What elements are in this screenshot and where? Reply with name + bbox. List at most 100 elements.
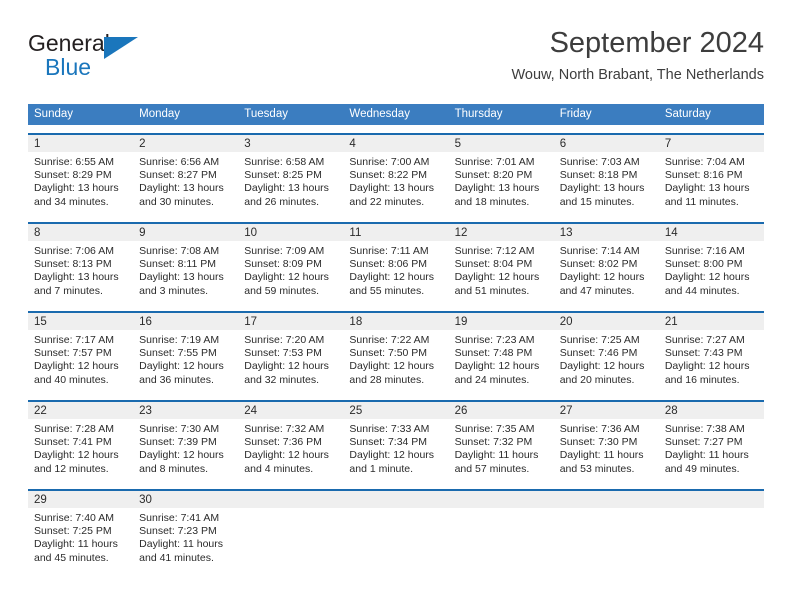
daylight-text-line2: and 30 minutes. [139,195,214,208]
day-number: 21 [658,313,764,330]
day-details: Sunrise: 7:33 AM Sunset: 7:34 PM Dayligh… [343,419,448,481]
sunset-text: Sunset: 7:25 PM [34,525,112,538]
day-details: Sunrise: 7:40 AM Sunset: 7:25 PM Dayligh… [28,508,133,570]
daylight-text-line1: Daylight: 11 hours [139,538,223,551]
day-cell[interactable]: 1 Sunrise: 6:55 AM Sunset: 8:29 PM Dayli… [28,135,134,214]
day-details: Sunrise: 7:00 AM Sunset: 8:22 PM Dayligh… [343,152,448,214]
day-number [343,491,449,508]
day-number: 5 [448,135,554,152]
daylight-text-line2: and 8 minutes. [139,462,209,475]
day-number: 11 [343,224,449,241]
sunrise-text: Sunrise: 7:38 AM [664,423,745,435]
sunset-text: Sunset: 7:50 PM [349,347,428,360]
day-cell[interactable]: 27 Sunrise: 7:36 AM Sunset: 7:30 PM Dayl… [553,402,659,481]
day-details: Sunrise: 7:12 AM Sunset: 8:04 PM Dayligh… [449,241,554,303]
day-cell[interactable]: 14 Sunrise: 7:16 AM Sunset: 8:00 PM Dayl… [658,224,764,303]
day-cell[interactable]: 30 Sunrise: 7:41 AM Sunset: 7:23 PM Dayl… [133,491,239,570]
day-number: 22 [28,402,134,419]
day-details: Sunrise: 7:32 AM Sunset: 7:36 PM Dayligh… [238,419,343,481]
day-cell[interactable]: 18 Sunrise: 7:22 AM Sunset: 7:50 PM Dayl… [343,313,449,392]
daylight-text-line1: Daylight: 11 hours [664,449,749,462]
daylight-text-line1: Daylight: 13 hours [559,182,645,195]
day-cell[interactable]: 2 Sunrise: 6:56 AM Sunset: 8:27 PM Dayli… [133,135,239,214]
daylight-text-line2: and 22 minutes. [349,195,425,208]
daylight-text-line1: Daylight: 12 hours [244,360,329,373]
day-number: 9 [133,224,239,241]
day-cell[interactable]: 23 Sunrise: 7:30 AM Sunset: 7:39 PM Dayl… [133,402,239,481]
day-cell[interactable]: 21 Sunrise: 7:27 AM Sunset: 7:43 PM Dayl… [658,313,764,392]
day-cell[interactable]: 13 Sunrise: 7:14 AM Sunset: 8:02 PM Dayl… [553,224,659,303]
day-number: 17 [238,313,344,330]
sunset-text: Sunset: 7:39 PM [139,436,217,449]
daylight-text-line2: and 1 minute. [349,462,414,475]
brand-logo[interactable]: General Blue [28,30,148,86]
day-cell[interactable]: 6 Sunrise: 7:03 AM Sunset: 8:18 PM Dayli… [553,135,659,214]
sunset-text: Sunset: 8:06 PM [349,258,428,271]
day-cell[interactable]: 29 Sunrise: 7:40 AM Sunset: 7:25 PM Dayl… [28,491,134,570]
day-cell[interactable]: 22 Sunrise: 7:28 AM Sunset: 7:41 PM Dayl… [28,402,134,481]
day-cell[interactable]: 16 Sunrise: 7:19 AM Sunset: 7:55 PM Dayl… [133,313,239,392]
day-details: Sunrise: 7:03 AM Sunset: 8:18 PM Dayligh… [554,152,659,214]
daylight-text-line2: and 41 minutes. [139,551,214,564]
page-header: General Blue September 2024 Wouw, North … [28,26,764,96]
daylight-text-line2: and 36 minutes. [139,373,214,386]
day-cell[interactable]: 8 Sunrise: 7:06 AM Sunset: 8:13 PM Dayli… [28,224,134,303]
day-cell[interactable]: 5 Sunrise: 7:01 AM Sunset: 8:20 PM Dayli… [448,135,554,214]
daylight-text-line1: Daylight: 12 hours [454,360,540,373]
brand-name-general: General [28,30,110,56]
day-number: 10 [238,224,344,241]
daylight-text-line2: and 12 minutes. [34,462,109,475]
sunrise-text: Sunrise: 6:56 AM [139,156,220,168]
day-cell[interactable]: 4 Sunrise: 7:00 AM Sunset: 8:22 PM Dayli… [343,135,449,214]
sunset-text: Sunset: 8:13 PM [34,258,112,271]
sunset-text: Sunset: 7:30 PM [559,436,638,449]
daylight-text-line2: and 20 minutes. [559,373,635,386]
day-cell[interactable]: 17 Sunrise: 7:20 AM Sunset: 7:53 PM Dayl… [238,313,344,392]
day-details: Sunrise: 7:08 AM Sunset: 8:11 PM Dayligh… [133,241,238,303]
day-cell[interactable]: 11 Sunrise: 7:11 AM Sunset: 8:06 PM Dayl… [343,224,449,303]
brand-name-blue: Blue [45,54,92,80]
day-number: 13 [553,224,659,241]
triangle-flag-icon [104,37,138,59]
daylight-text-line1: Daylight: 12 hours [454,271,540,284]
sunrise-text: Sunrise: 7:27 AM [664,334,745,346]
weekday-sunday: Sunday [34,108,74,120]
day-number: 1 [28,135,134,152]
sunset-text: Sunset: 7:53 PM [244,347,322,360]
day-cell[interactable]: 26 Sunrise: 7:35 AM Sunset: 7:32 PM Dayl… [448,402,554,481]
day-number: 4 [343,135,449,152]
day-details: Sunrise: 7:09 AM Sunset: 8:09 PM Dayligh… [238,241,343,303]
day-cell[interactable]: 24 Sunrise: 7:32 AM Sunset: 7:36 PM Dayl… [238,402,344,481]
day-number: 18 [343,313,449,330]
sunset-text: Sunset: 8:20 PM [454,169,533,182]
sunset-text: Sunset: 7:41 PM [34,436,112,449]
day-cell[interactable]: 28 Sunrise: 7:38 AM Sunset: 7:27 PM Dayl… [658,402,764,481]
daylight-text-line1: Daylight: 11 hours [34,538,118,551]
sunrise-text: Sunrise: 7:14 AM [559,245,640,257]
day-cell[interactable]: 7 Sunrise: 7:04 AM Sunset: 8:16 PM Dayli… [658,135,764,214]
day-number: 24 [238,402,344,419]
daylight-text-line2: and 26 minutes. [244,195,319,208]
day-cell[interactable]: 15 Sunrise: 7:17 AM Sunset: 7:57 PM Dayl… [28,313,134,392]
day-number: 3 [238,135,344,152]
day-number: 15 [28,313,134,330]
day-cell[interactable]: 9 Sunrise: 7:08 AM Sunset: 8:11 PM Dayli… [133,224,239,303]
week-row: 15 Sunrise: 7:17 AM Sunset: 7:57 PM Dayl… [28,311,764,392]
sunset-text: Sunset: 8:29 PM [34,169,112,182]
week-row: 1 Sunrise: 6:55 AM Sunset: 8:29 PM Dayli… [28,133,764,214]
day-cell[interactable]: 3 Sunrise: 6:58 AM Sunset: 8:25 PM Dayli… [238,135,344,214]
daylight-text-line1: Daylight: 13 hours [34,182,119,195]
daylight-text-line2: and 53 minutes. [559,462,635,475]
day-cell[interactable]: 12 Sunrise: 7:12 AM Sunset: 8:04 PM Dayl… [448,224,554,303]
sunrise-text: Sunrise: 6:55 AM [34,156,114,168]
daylight-text-line1: Daylight: 12 hours [664,271,750,284]
day-cell-empty [238,491,344,570]
sunrise-text: Sunrise: 7:40 AM [34,512,114,524]
daylight-text-line2: and 55 minutes. [349,284,425,297]
sunset-text: Sunset: 7:23 PM [139,525,217,538]
day-cell[interactable]: 19 Sunrise: 7:23 AM Sunset: 7:48 PM Dayl… [448,313,554,392]
weekday-wednesday: Wednesday [349,108,410,120]
day-cell[interactable]: 20 Sunrise: 7:25 AM Sunset: 7:46 PM Dayl… [553,313,659,392]
day-cell[interactable]: 25 Sunrise: 7:33 AM Sunset: 7:34 PM Dayl… [343,402,449,481]
day-cell[interactable]: 10 Sunrise: 7:09 AM Sunset: 8:09 PM Dayl… [238,224,344,303]
